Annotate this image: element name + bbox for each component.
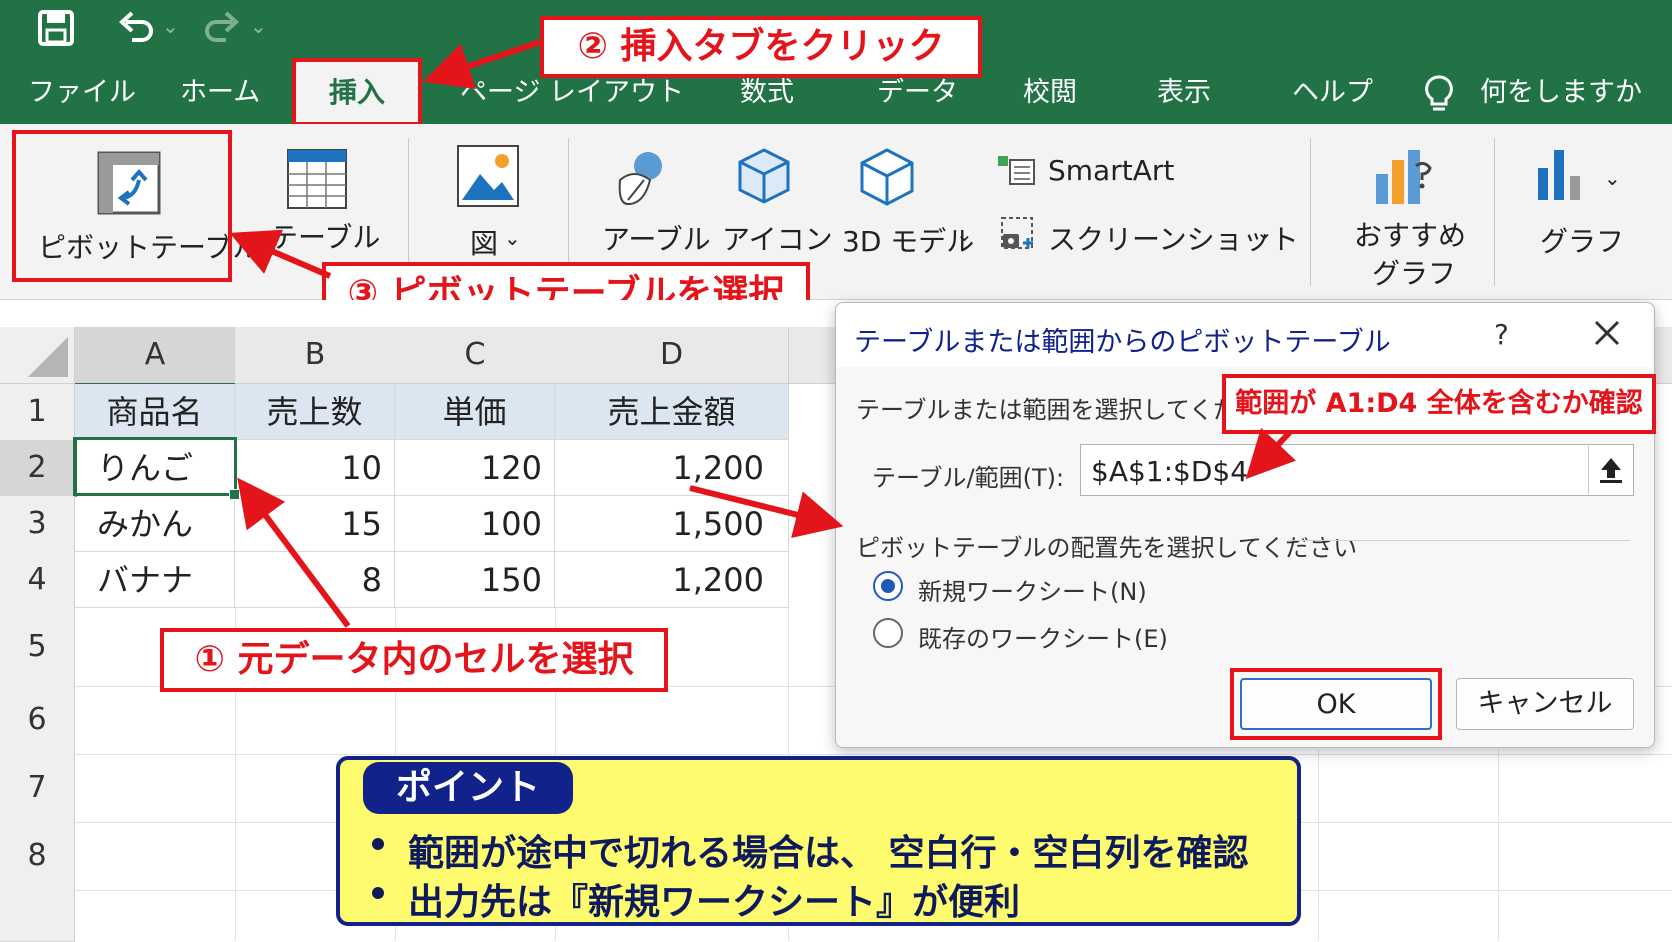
arrow-data-to-dialog: [689, 485, 844, 539]
bullet-icon: [372, 838, 384, 850]
bullet-icon: [372, 887, 384, 899]
arrow-step2: [422, 39, 541, 90]
point-title: ポイント: [363, 762, 573, 814]
arrow-step3: [229, 229, 332, 279]
arrow-range: [1245, 427, 1297, 480]
arrow-step1: [237, 477, 351, 628]
point-line-2: 出力先は『新規ワークシート』が便利: [408, 882, 1021, 923]
point-line-1: 範囲が途中で切れる場合は、 空白行・空白列を確認: [408, 833, 1249, 874]
